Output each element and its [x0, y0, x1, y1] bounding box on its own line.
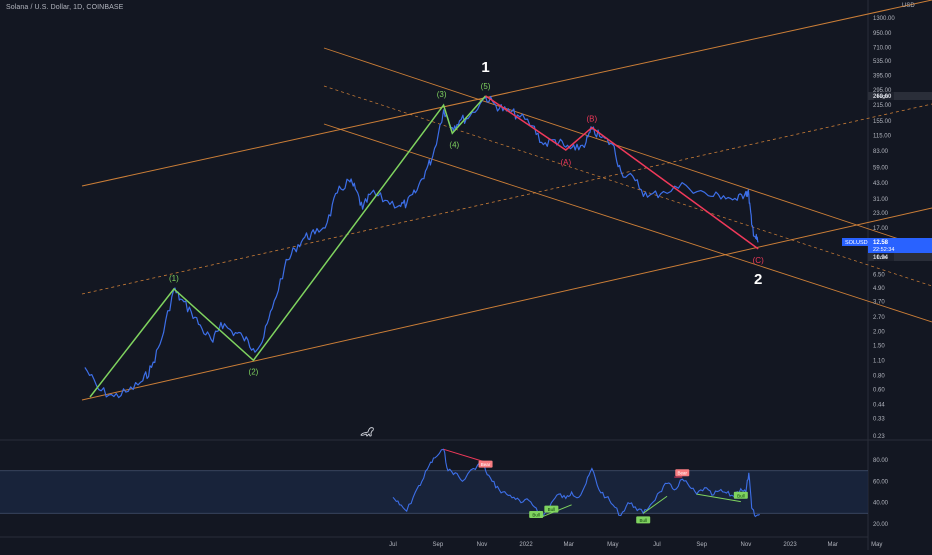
time-axis-tick: May [871, 542, 882, 548]
dinosaur-cursor-path [360, 427, 374, 437]
current-price-tag-countdown: 22:52:34 [873, 247, 894, 253]
bear-divergence-line [443, 448, 486, 463]
price-axis-tick: 59.00 [873, 166, 889, 172]
time-axis-tick: Mar [827, 542, 837, 548]
rsi-axis-tick: 80.00 [873, 458, 889, 464]
impulse-wave-label: (1) [169, 274, 179, 283]
price-axis-tick: 950.00 [873, 31, 892, 37]
correction-wave-label: (B) [587, 115, 598, 124]
price-axis-tick: 1.10 [873, 358, 885, 364]
low-price-tag-value: 10.94 [873, 255, 889, 261]
correction-wave-label: (A) [560, 158, 571, 167]
price-axis-tick: 23.00 [873, 211, 889, 217]
price-axis-tick: 83.00 [873, 149, 889, 155]
impulse-wave-label: (5) [481, 82, 491, 91]
price-axis-tick: 535.00 [873, 59, 892, 65]
time-axis-tick: Mar [564, 542, 574, 548]
time-axis-tick: Sep [696, 542, 707, 548]
rsi-axis-tick: 40.00 [873, 501, 889, 507]
channel-upper-line [81, 0, 932, 187]
price-axis-tick: 0.60 [873, 388, 885, 394]
bear-badge-label: Bear [677, 471, 687, 476]
price-axis-tick: 0.80 [873, 374, 885, 380]
current-price-tag-value: 12.58 [873, 240, 889, 246]
impulse-wave-label: (2) [249, 367, 259, 376]
price-axis-tick: 395.00 [873, 74, 892, 80]
currency-label: USD [902, 3, 915, 9]
bear-badge-label: Bear [481, 462, 491, 467]
price-axis-tick: 115.00 [873, 133, 892, 139]
price-axis-tick: 2.00 [873, 329, 885, 335]
bull-badge-label: Bull [532, 513, 540, 518]
price-axis-tick: 0.44 [873, 403, 885, 409]
price-axis-tick: 215.00 [873, 103, 892, 109]
price-axis-tick: 1300.00 [873, 16, 895, 22]
channel-lower-line [81, 207, 932, 401]
price-axis-tick: 4.90 [873, 286, 885, 292]
chart-svg[interactable]: (1) (2) (3) (4) (5) (A) (B) (C) 1 2 Bear Bull Bull Bu… [0, 0, 932, 550]
dinosaur-cursor-icon [360, 427, 374, 437]
current-price-tag-label: SOLUSD [845, 240, 868, 246]
price-line [84, 95, 759, 399]
price-axis-tick: 0.23 [873, 434, 885, 440]
high-price-tag-value: 260.00 [873, 94, 892, 100]
price-axis-tick: 17.00 [873, 226, 889, 232]
price-axis-tick: 6.50 [873, 272, 885, 278]
time-axis-tick: Sep [432, 542, 443, 548]
price-axis-tick: 710.00 [873, 45, 892, 51]
symbol-title: Solana / U.S. Dollar, 1D, COINBASE [6, 4, 124, 11]
time-axis-tick: Jul [653, 542, 661, 548]
major-wave-label: 1 [481, 59, 489, 76]
time-axis-tick: 2023 [783, 542, 797, 548]
price-axis-tick: 31.00 [873, 197, 889, 203]
bull-badge-label: Bull [737, 493, 745, 498]
time-axis-tick: Nov [477, 542, 488, 548]
bull-badge-label: Bull [639, 518, 647, 523]
price-axis-tick: 43.00 [873, 181, 889, 187]
rsi-axis-tick: 20.00 [873, 522, 889, 528]
time-axis-tick: Jul [389, 542, 397, 548]
price-axis-tick: 2.70 [873, 315, 885, 321]
impulse-wave-label: (4) [449, 140, 459, 149]
channel-mid-line [81, 103, 932, 295]
downtrend-mid-line [323, 85, 932, 287]
chart-area[interactable]: (1) (2) (3) (4) (5) (A) (B) (C) 1 2 Bear Bull Bull Bu… [0, 0, 932, 550]
time-axis-tick: 2022 [519, 542, 533, 548]
correction-wave-label: (C) [753, 256, 764, 265]
impulse-wave-label: (3) [437, 90, 447, 99]
price-axis-tick: 155.00 [873, 119, 892, 125]
time-axis-tick: May [607, 542, 618, 548]
rsi-axis-tick: 60.00 [873, 479, 889, 485]
downtrend-upper-line [323, 47, 932, 251]
time-axis-tick: Nov [741, 542, 752, 548]
price-axis-tick: 1.50 [873, 343, 885, 349]
price-axis-tick: 0.33 [873, 417, 885, 423]
bull-badge-label: Bull [548, 507, 556, 512]
price-axis-tick: 3.70 [873, 300, 885, 306]
major-wave-label: 2 [754, 271, 762, 288]
